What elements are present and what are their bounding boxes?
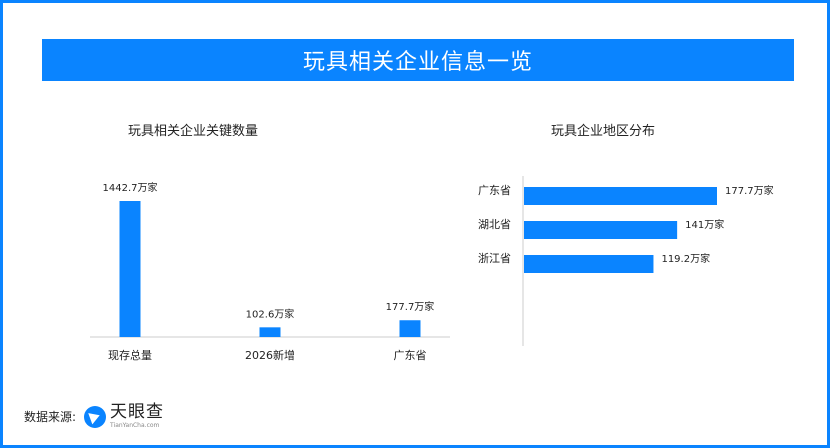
- tianyancha-logo-icon: [84, 405, 107, 428]
- y-tick-label-0: 广东省: [478, 184, 511, 197]
- right-bar-chart: 广东省 177.7万家湖北省 141万家浙江省 119.2万家: [478, 176, 774, 346]
- source-block: 数据来源: 天眼查 TianYanCha.com: [24, 404, 164, 429]
- source-label: 数据来源:: [24, 410, 77, 424]
- logo-url: TianYanCha.com: [110, 422, 160, 429]
- y-tick-label-1: 湖北省: [478, 218, 511, 231]
- hbar-data-label-0: 177.7万家: [725, 184, 774, 197]
- hbar-0: [524, 187, 717, 205]
- hbar-2: [524, 255, 654, 273]
- y-tick-label-2: 浙江省: [478, 252, 511, 265]
- hbar-data-label-1: 141万家: [685, 218, 724, 231]
- tianyancha-logo: 天眼查 TianYanCha.com: [84, 404, 164, 429]
- hbar-1: [524, 221, 678, 239]
- logo-name: 天眼查: [110, 402, 165, 422]
- hbar-data-label-2: 119.2万家: [661, 252, 710, 265]
